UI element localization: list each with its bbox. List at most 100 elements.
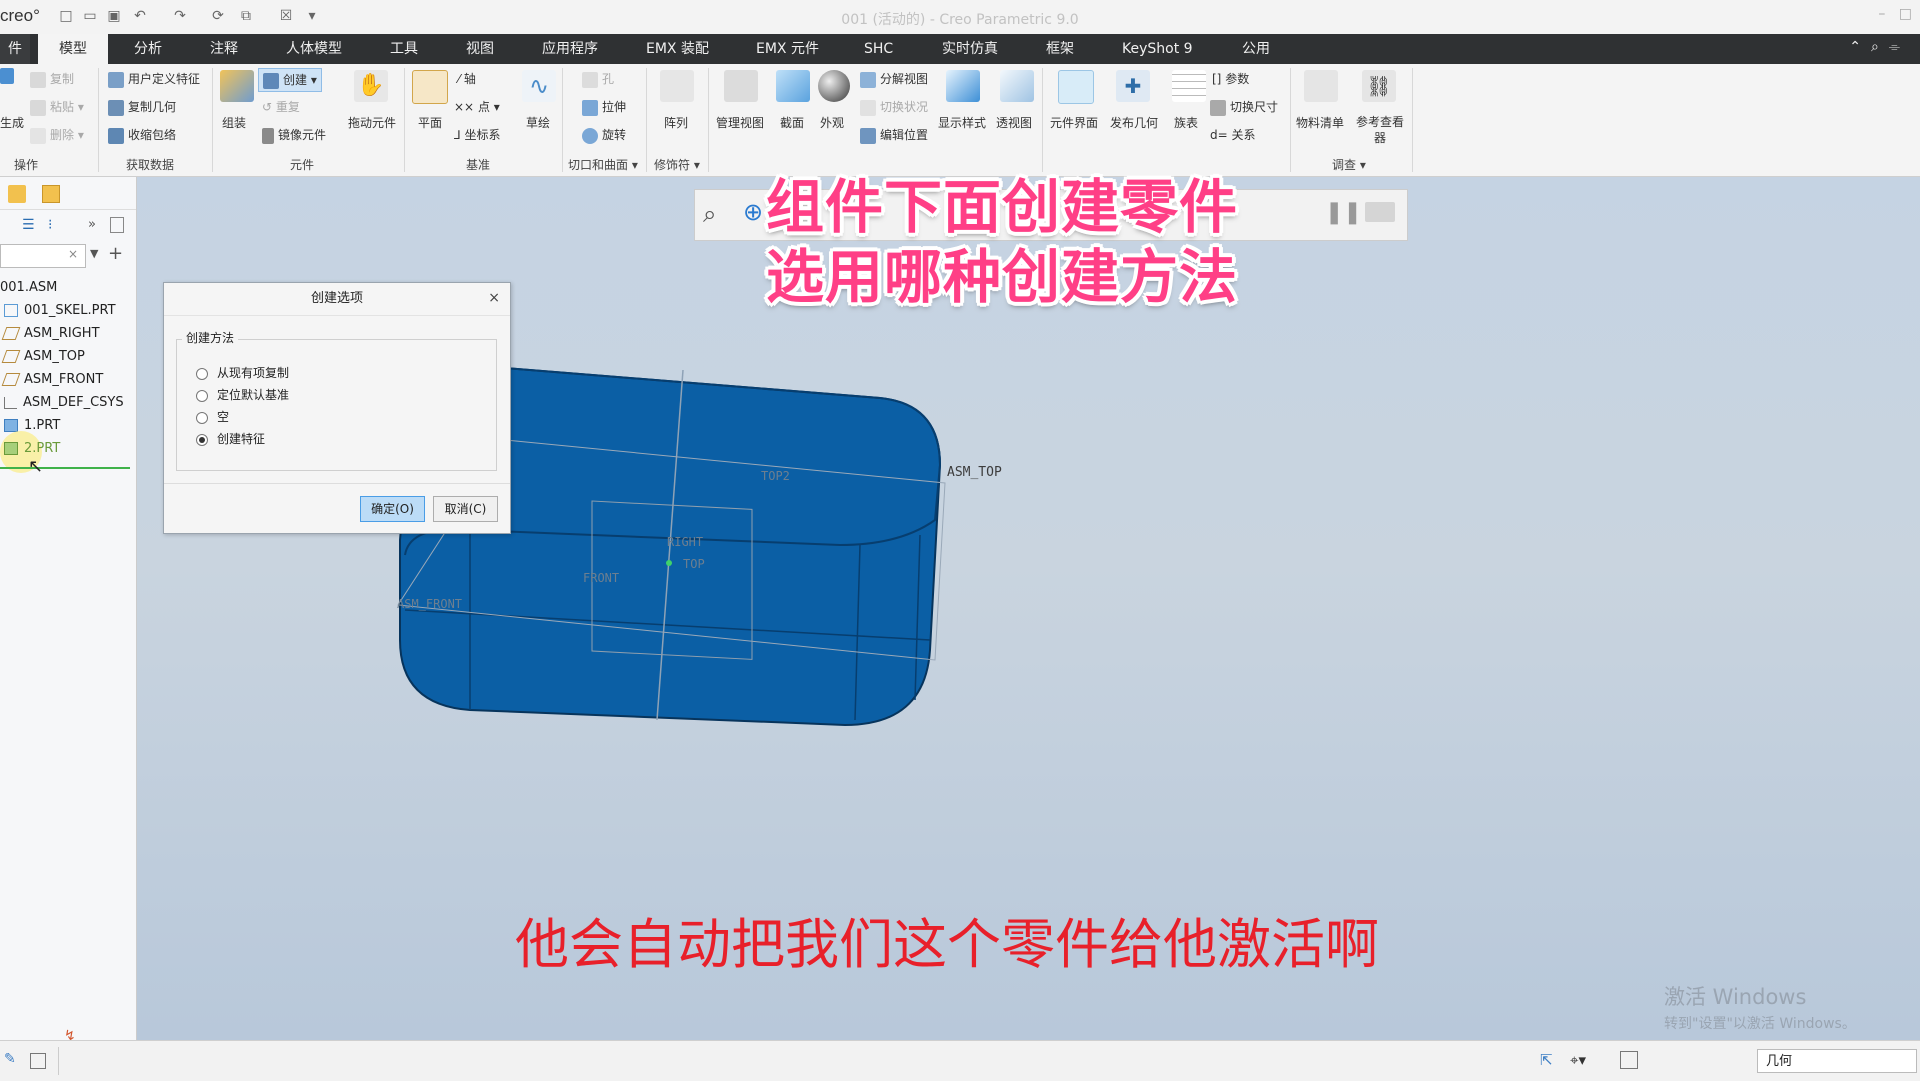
udf-button[interactable]: 用户定义特征: [108, 70, 200, 88]
assemble-button[interactable]: 组装: [222, 114, 246, 131]
window-icon[interactable]: [30, 1053, 46, 1069]
tree-item[interactable]: 001.ASM: [0, 280, 57, 295]
folder-icon[interactable]: [42, 185, 60, 203]
tab-applications[interactable]: 应用程序: [542, 34, 598, 64]
radio-empty[interactable]: 空: [196, 408, 229, 425]
tree-item[interactable]: ASM_FRONT: [0, 372, 103, 387]
tab-keyshot[interactable]: KeyShot 9: [1122, 34, 1193, 64]
tab-emx-assembly[interactable]: EMX 装配: [646, 34, 709, 64]
layers-icon[interactable]: [8, 185, 26, 203]
group-modifiers[interactable]: 修饰符 ▾: [654, 156, 700, 173]
drag-component-button[interactable]: 拖动元件: [348, 114, 396, 131]
document-icon[interactable]: [110, 217, 124, 233]
tab-common[interactable]: 公用: [1242, 34, 1270, 64]
zoom-fit-icon[interactable]: ⌕: [703, 200, 716, 228]
datum-label[interactable]: TOP: [683, 557, 705, 571]
zoom-in-icon[interactable]: ⊕: [743, 198, 763, 226]
manage-views-icon[interactable]: [724, 70, 758, 102]
manage-views-button[interactable]: 管理视图: [716, 114, 764, 131]
appearance-button[interactable]: 外观: [820, 114, 844, 131]
paste-button[interactable]: 粘贴 ▾: [30, 98, 84, 116]
datum-label[interactable]: FRONT: [583, 571, 619, 585]
point-button[interactable]: ×× 点 ▾: [454, 98, 500, 115]
display-style-button[interactable]: 显示样式: [938, 114, 986, 131]
tree-item[interactable]: 2.PRT: [0, 441, 60, 456]
delete-button[interactable]: 删除 ▾: [30, 126, 84, 144]
bom-button[interactable]: 物料清单: [1296, 114, 1344, 131]
bom-icon[interactable]: [1304, 70, 1338, 102]
pattern-button[interactable]: 阵列: [664, 114, 688, 131]
radio-copy-existing[interactable]: 从现有项复制: [196, 364, 289, 381]
datum-label[interactable]: RIGHT: [667, 535, 703, 549]
edit-position-button[interactable]: 编辑位置: [860, 126, 928, 144]
repeat-button[interactable]: ↺ 重复: [262, 98, 300, 115]
create-button[interactable]: 创建 ▾: [258, 68, 322, 92]
extrude-button[interactable]: 拉伸: [582, 98, 626, 116]
find-icon[interactable]: ⌖▾: [1570, 1051, 1586, 1069]
appearance-icon[interactable]: [818, 70, 850, 102]
expand-more-icon[interactable]: »: [88, 217, 96, 232]
ok-button[interactable]: 确定(O): [360, 496, 425, 522]
clear-search-icon[interactable]: ×: [68, 247, 78, 261]
relations-button[interactable]: d= 关系: [1210, 126, 1256, 143]
mirror-component-button[interactable]: 镜像元件: [262, 126, 326, 144]
tree-item[interactable]: ASM_RIGHT: [0, 326, 100, 341]
tree-item[interactable]: 001_SKEL.PRT: [0, 303, 116, 318]
reference-viewer-button[interactable]: 参考查看器: [1354, 114, 1406, 146]
copy-geometry-button[interactable]: 复制几何: [108, 98, 176, 116]
tab-tools[interactable]: 工具: [390, 34, 418, 64]
tab-file[interactable]: 件: [0, 34, 30, 64]
tree-item[interactable]: ASM_DEF_CSYS: [0, 395, 124, 410]
copy-button[interactable]: 复制: [30, 70, 74, 88]
sketch-button[interactable]: 草绘: [526, 114, 550, 131]
tab-shc[interactable]: SHC: [864, 34, 893, 64]
explode-view-button[interactable]: 分解视图: [860, 70, 928, 88]
regenerate-button[interactable]: 生成: [0, 114, 24, 131]
close-icon[interactable]: ×: [488, 290, 500, 306]
reference-viewer-icon[interactable]: ⛓: [1362, 70, 1396, 102]
selection-tool-icon[interactable]: ⇱: [1540, 1051, 1553, 1069]
tab-framework[interactable]: 框架: [1046, 34, 1074, 64]
group-cut-surface[interactable]: 切口和曲面 ▾: [568, 156, 638, 173]
pause-icon[interactable]: ❚❚: [1325, 200, 1362, 225]
family-table-icon[interactable]: [1172, 70, 1206, 102]
axis-button[interactable]: ⁄ 轴: [458, 70, 476, 87]
switch-dimensions-button[interactable]: 切换尺寸: [1210, 98, 1278, 116]
tab-view[interactable]: 视图: [466, 34, 494, 64]
filter-dropdown-icon[interactable]: ▼: [90, 247, 98, 260]
publish-geometry-icon[interactable]: ✚: [1116, 70, 1150, 102]
component-interface-icon[interactable]: [1058, 70, 1094, 104]
tree-item[interactable]: ASM_TOP: [0, 349, 85, 364]
hole-button[interactable]: 孔: [582, 70, 614, 88]
drag-component-icon[interactable]: ✋: [354, 70, 388, 102]
perspective-icon[interactable]: [1000, 70, 1034, 102]
group-operations[interactable]: 操作: [14, 156, 38, 173]
group-get-data[interactable]: 获取数据: [126, 156, 174, 173]
display-style-icon[interactable]: [946, 70, 980, 102]
family-table-button[interactable]: 族表: [1174, 114, 1198, 131]
toggle-status-button[interactable]: 切换状况: [860, 98, 928, 116]
csys-button[interactable]: ⅃ 坐标系: [454, 126, 501, 143]
tab-emx-component[interactable]: EMX 元件: [756, 34, 819, 64]
window-controls[interactable]: – □: [1878, 6, 1912, 22]
sketch-icon[interactable]: ∿: [522, 70, 556, 102]
regenerate-icon[interactable]: [0, 68, 18, 84]
datum-label[interactable]: ASM_TOP: [947, 465, 1002, 480]
group-component[interactable]: 元件: [290, 156, 314, 173]
datum-label[interactable]: TOP2: [761, 469, 790, 483]
publish-geometry-button[interactable]: 发布几何: [1110, 114, 1158, 131]
parameters-button[interactable]: [] 参数: [1212, 70, 1249, 87]
add-icon[interactable]: +: [108, 243, 123, 264]
tab-analysis[interactable]: 分析: [134, 34, 162, 64]
section-icon[interactable]: [776, 70, 810, 102]
plane-icon[interactable]: [412, 70, 448, 104]
datum-label[interactable]: ASM_FRONT: [397, 597, 462, 611]
tab-realtime-sim[interactable]: 实时仿真: [942, 34, 998, 64]
settings-list-icon[interactable]: ⁝: [48, 217, 52, 233]
tree-item[interactable]: 1.PRT: [0, 418, 60, 433]
toolbar-more-icon[interactable]: [1365, 202, 1395, 222]
section-button[interactable]: 截面: [780, 114, 804, 131]
group-investigate[interactable]: 调查 ▾: [1332, 156, 1366, 173]
ribbon-controls-icon[interactable]: ⌃⌕⌯: [1849, 39, 1910, 55]
pattern-icon[interactable]: [660, 70, 694, 102]
